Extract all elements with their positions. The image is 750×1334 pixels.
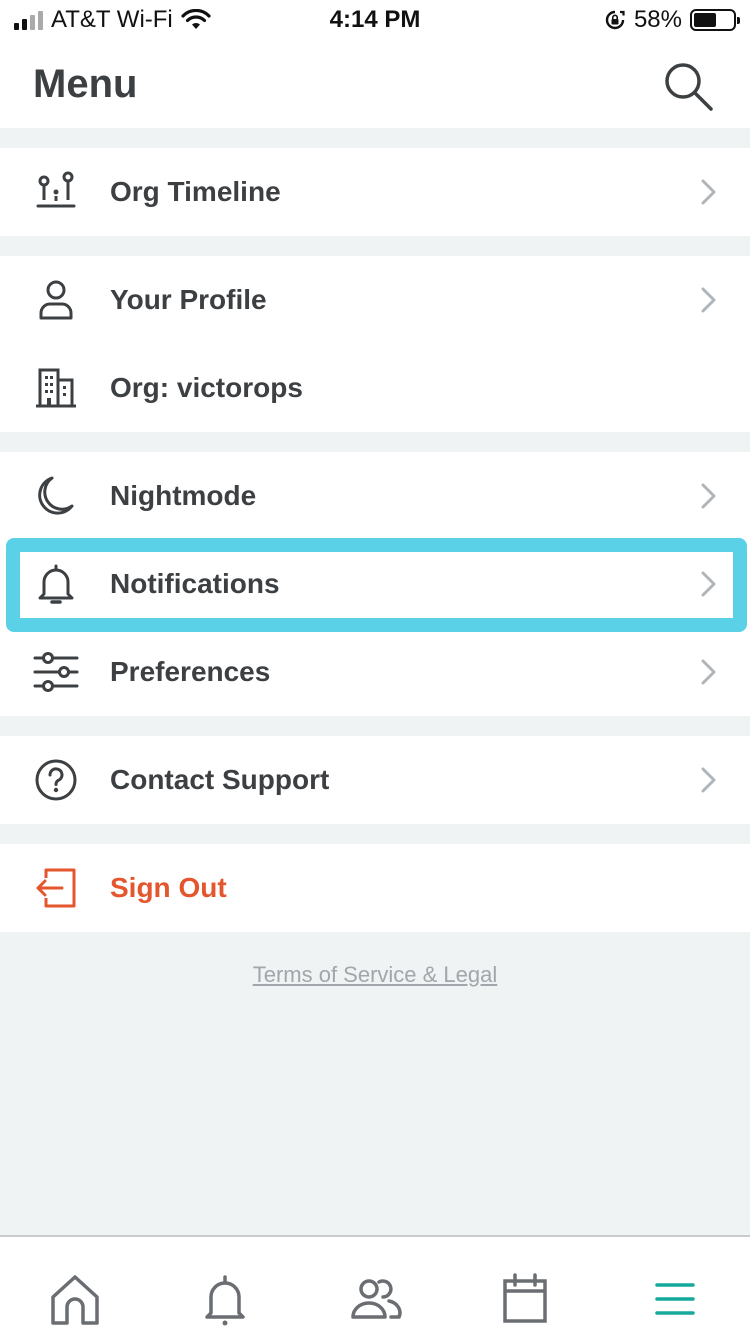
- person-icon: [32, 278, 80, 322]
- users-icon: [351, 1279, 402, 1319]
- bell-icon: [205, 1275, 245, 1326]
- menu-item-your-profile[interactable]: Your Profile: [0, 256, 750, 344]
- signal-icon: [14, 10, 43, 30]
- battery-icon: [690, 9, 740, 31]
- menu-item-label: Sign Out: [110, 872, 227, 903]
- status-bar: AT&T Wi-Fi 4:14 PM 58%: [0, 0, 750, 40]
- header: Menu: [0, 40, 750, 128]
- menu-item-notifications[interactable]: Notifications: [0, 540, 750, 628]
- menu-group-support: Contact Support: [0, 736, 750, 824]
- menu-item-org[interactable]: Org: victorops: [0, 344, 750, 432]
- bell-icon: [32, 562, 80, 606]
- battery-percent: 58%: [633, 6, 682, 33]
- menu-item-label: Org: victorops: [110, 372, 303, 403]
- sliders-icon: [32, 650, 80, 694]
- chevron-right-icon: [701, 767, 716, 793]
- chevron-right-icon: [701, 659, 716, 685]
- menu-group-signout: Sign Out: [0, 844, 750, 932]
- tab-home[interactable]: [45, 1271, 105, 1327]
- tab-menu[interactable]: [645, 1271, 705, 1327]
- calendar-icon: [503, 1273, 547, 1323]
- menu-icon: [655, 1283, 695, 1315]
- menu-item-label: Preferences: [110, 656, 271, 687]
- menu-group-timeline: Org Timeline: [0, 148, 750, 236]
- tab-schedule[interactable]: [495, 1271, 555, 1327]
- terms-link[interactable]: Terms of Service & Legal: [0, 962, 750, 988]
- menu-item-label: Your Profile: [110, 284, 267, 315]
- status-right: 58%: [604, 6, 740, 34]
- orientation-lock-icon: [605, 10, 625, 30]
- wifi-icon: [181, 9, 211, 29]
- help-circle-icon: [32, 758, 80, 802]
- menu-item-sign-out[interactable]: Sign Out: [0, 844, 750, 932]
- menu-item-preferences[interactable]: Preferences: [0, 628, 750, 716]
- menu-item-org-timeline[interactable]: Org Timeline: [0, 148, 750, 236]
- sign-out-icon: [32, 866, 80, 910]
- page-title: Menu: [33, 62, 138, 106]
- menu-item-label: Org Timeline: [110, 176, 281, 207]
- menu-item-contact-support[interactable]: Contact Support: [0, 736, 750, 824]
- chevron-right-icon: [701, 483, 716, 509]
- home-icon: [51, 1275, 99, 1325]
- menu-group-account: Your Profile Org: victorops: [0, 256, 750, 432]
- chevron-right-icon: [701, 179, 716, 205]
- chevron-right-icon: [701, 571, 716, 597]
- tab-alerts[interactable]: [195, 1271, 255, 1327]
- tab-teams[interactable]: [345, 1271, 405, 1327]
- search-button[interactable]: [660, 58, 716, 114]
- menu-item-nightmode[interactable]: Nightmode: [0, 452, 750, 540]
- menu-item-label: Notifications: [110, 568, 280, 599]
- menu-item-label: Contact Support: [110, 764, 330, 795]
- building-icon: [32, 366, 80, 410]
- status-left: AT&T Wi-Fi: [14, 6, 211, 34]
- carrier-label: AT&T Wi-Fi: [51, 6, 173, 33]
- chevron-right-icon: [701, 287, 716, 313]
- timeline-icon: [32, 170, 80, 214]
- search-icon: [665, 63, 713, 111]
- moon-icon: [32, 474, 80, 518]
- menu-group-settings: Nightmode Notifications Preferences: [0, 452, 750, 716]
- tab-bar: [0, 1235, 750, 1334]
- menu-item-label: Nightmode: [110, 480, 257, 511]
